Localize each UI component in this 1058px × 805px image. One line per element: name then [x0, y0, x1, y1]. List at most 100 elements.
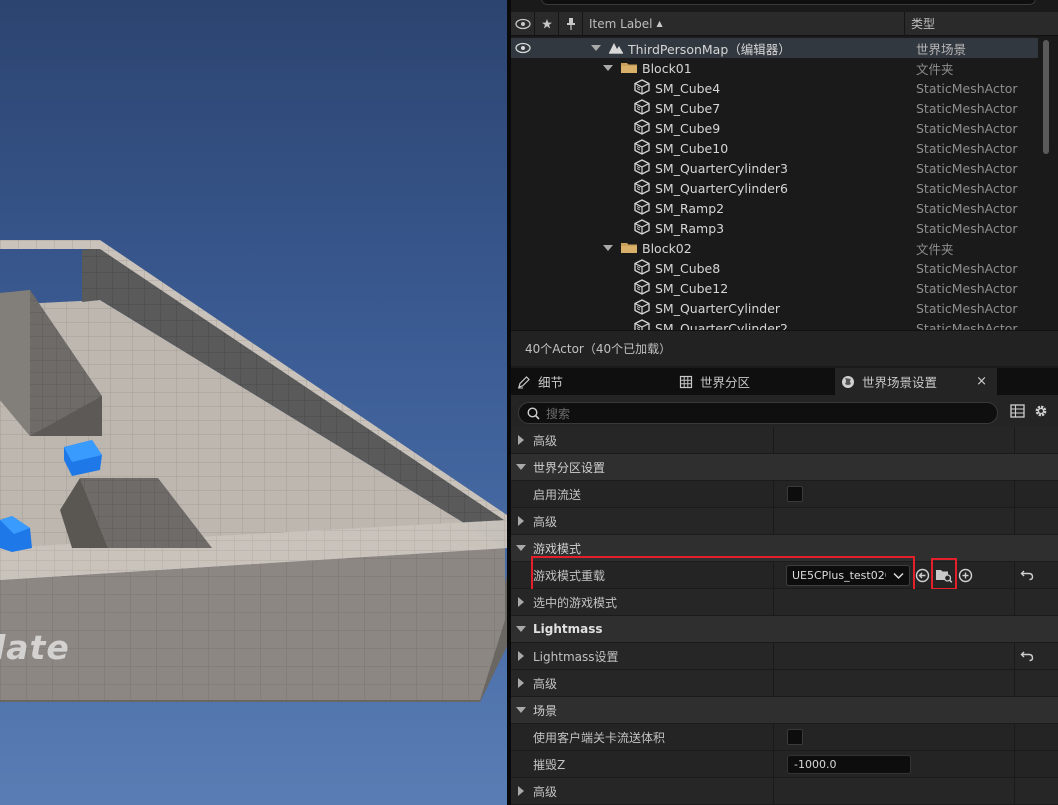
outliner-scrollbar-thumb[interactable]	[1043, 40, 1049, 154]
row-visibility-toggle[interactable]	[511, 238, 535, 258]
row-type: StaticMeshActor	[916, 140, 1018, 156]
column-divider[interactable]	[773, 778, 774, 805]
gamemode-override-combo[interactable]: UE5CPlus_test020	[786, 564, 910, 586]
row-label-group: Block01	[603, 60, 692, 77]
eye-icon	[514, 18, 531, 29]
property-row: 使用客户端关卡流送体积	[511, 724, 1058, 751]
pin-icon	[566, 17, 575, 30]
collapse-arrow-icon[interactable]	[516, 626, 526, 632]
details-search-input[interactable]: 搜索	[518, 402, 998, 424]
grid-icon	[679, 375, 693, 388]
property-checkbox[interactable]	[787, 729, 803, 745]
row-label: SM_Ramp3	[655, 220, 725, 236]
close-tab-icon[interactable]: ×	[976, 374, 987, 389]
outliner-row[interactable]: SM_Cube12 StaticMeshActor	[511, 278, 1038, 298]
browse-asset-button[interactable]	[935, 568, 953, 583]
property-row[interactable]: 高级	[511, 778, 1058, 805]
row-visibility-toggle[interactable]	[511, 318, 535, 330]
collapse-arrow-icon[interactable]	[516, 545, 526, 551]
reset-to-default-button[interactable]	[1020, 650, 1034, 662]
details-settings-button[interactable]	[1033, 403, 1049, 419]
column-divider[interactable]	[773, 724, 774, 751]
reset-to-default-button[interactable]	[1020, 569, 1034, 581]
row-visibility-toggle[interactable]	[511, 178, 535, 198]
tab-world-settings[interactable]: 世界场景设置 ×	[835, 368, 997, 395]
folder-icon	[620, 240, 638, 257]
outliner-row[interactable]: SM_Ramp3 StaticMeshActor	[511, 218, 1038, 238]
pin-column-header[interactable]	[559, 11, 583, 36]
row-visibility-toggle[interactable]	[511, 38, 535, 58]
outliner-row[interactable]: SM_QuarterCylinder6 StaticMeshActor	[511, 178, 1038, 198]
row-visibility-toggle[interactable]	[511, 98, 535, 118]
row-visibility-toggle[interactable]	[511, 258, 535, 278]
outliner-row[interactable]: Block02 文件夹	[511, 238, 1038, 258]
expand-arrow-icon[interactable]	[603, 245, 613, 251]
kill-z-input[interactable]: -1000.0	[787, 754, 911, 774]
outliner-scrollbar[interactable]	[1042, 38, 1050, 330]
collapse-arrow-icon[interactable]	[516, 464, 526, 470]
static-mesh-icon	[633, 138, 651, 158]
outliner-row[interactable]: ThirdPersonMap（编辑器） 世界场景	[511, 38, 1038, 58]
expand-arrow-icon[interactable]	[591, 45, 601, 51]
row-type: StaticMeshActor	[916, 120, 1018, 136]
outliner-row[interactable]: SM_QuarterCylinder2 StaticMeshActor	[511, 318, 1038, 330]
row-visibility-toggle[interactable]	[511, 58, 535, 78]
expand-arrow-icon[interactable]	[518, 651, 524, 661]
property-category[interactable]: 世界分区设置	[511, 454, 1058, 481]
visibility-column-header[interactable]	[511, 11, 535, 36]
expand-arrow-icon[interactable]	[518, 435, 524, 445]
eye-icon	[515, 42, 531, 54]
expand-arrow-icon[interactable]	[518, 786, 524, 796]
outliner-row[interactable]: SM_Cube10 StaticMeshActor	[511, 138, 1038, 158]
property-matrix-button[interactable]	[1010, 404, 1025, 418]
row-visibility-toggle[interactable]	[511, 298, 535, 318]
expand-arrow-icon[interactable]	[603, 65, 613, 71]
outliner-row[interactable]: SM_QuarterCylinder3 StaticMeshActor	[511, 158, 1038, 178]
level-viewport[interactable]: late	[0, 0, 507, 805]
column-divider[interactable]	[773, 589, 774, 616]
property-category[interactable]: Lightmass	[511, 616, 1058, 643]
outliner-row[interactable]: SM_QuarterCylinder StaticMeshActor	[511, 298, 1038, 318]
favorite-column-header[interactable]	[535, 11, 559, 36]
use-selected-asset-button[interactable]	[915, 568, 930, 583]
row-visibility-toggle[interactable]	[511, 138, 535, 158]
outliner-row[interactable]: SM_Cube4 StaticMeshActor	[511, 78, 1038, 98]
property-row[interactable]: 高级	[511, 670, 1058, 697]
property-row[interactable]: 高级	[511, 427, 1058, 454]
expand-arrow-icon[interactable]	[518, 597, 524, 607]
collapse-arrow-icon[interactable]	[516, 707, 526, 713]
tab-details[interactable]: 细节	[511, 368, 673, 395]
row-visibility-toggle[interactable]	[511, 218, 535, 238]
property-row[interactable]: 高级	[511, 508, 1058, 535]
property-checkbox[interactable]	[787, 486, 803, 502]
item-label-column-header[interactable]: Item Label ▲	[583, 11, 905, 36]
property-row[interactable]: 选中的游戏模式	[511, 589, 1058, 616]
column-divider[interactable]	[773, 508, 774, 535]
row-visibility-toggle[interactable]	[511, 158, 535, 178]
create-new-blueprint-button[interactable]	[958, 568, 973, 583]
column-divider[interactable]	[773, 670, 774, 697]
row-visibility-toggle[interactable]	[511, 278, 535, 298]
outliner-row[interactable]: Block01 文件夹	[511, 58, 1038, 78]
outliner-row[interactable]: SM_Cube8 StaticMeshActor	[511, 258, 1038, 278]
column-divider[interactable]	[773, 481, 774, 508]
type-header-text: 类型	[911, 17, 936, 31]
row-visibility-toggle[interactable]	[511, 198, 535, 218]
tab-world-partition[interactable]: 世界分区	[673, 368, 835, 395]
property-category[interactable]: 游戏模式	[511, 535, 1058, 562]
column-divider[interactable]	[773, 643, 774, 670]
column-divider[interactable]	[773, 427, 774, 454]
property-category[interactable]: 场景	[511, 697, 1058, 724]
property-row[interactable]: Lightmass设置	[511, 643, 1058, 670]
outliner-row[interactable]: SM_Ramp2 StaticMeshActor	[511, 198, 1038, 218]
outliner-row[interactable]: SM_Cube7 StaticMeshActor	[511, 98, 1038, 118]
outliner-row[interactable]: SM_Cube9 StaticMeshActor	[511, 118, 1038, 138]
row-visibility-toggle[interactable]	[511, 118, 535, 138]
row-visibility-toggle[interactable]	[511, 78, 535, 98]
column-divider[interactable]	[773, 751, 774, 778]
row-label: SM_QuarterCylinder3	[655, 160, 788, 176]
expand-arrow-icon[interactable]	[518, 678, 524, 688]
column-divider[interactable]	[773, 562, 774, 589]
type-column-header[interactable]: 类型	[905, 12, 1035, 36]
expand-arrow-icon[interactable]	[518, 516, 524, 526]
